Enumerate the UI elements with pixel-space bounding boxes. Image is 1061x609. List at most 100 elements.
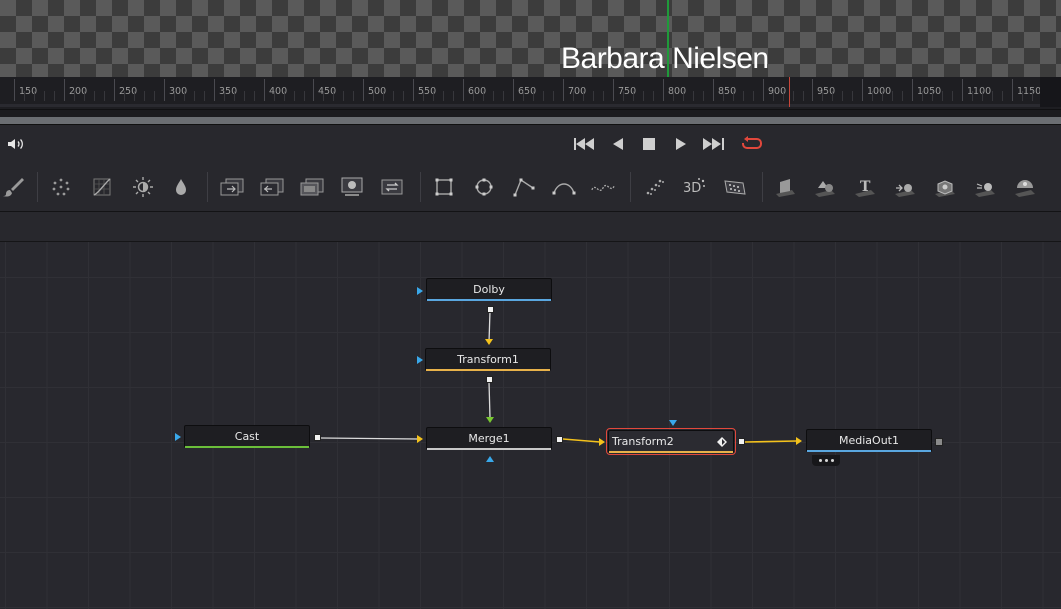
ruler-minor-tick: [543, 91, 544, 101]
merge1-output-port[interactable]: [556, 436, 563, 443]
ruler-minor-tick: [643, 91, 644, 101]
matte-control-icon[interactable]: [299, 174, 325, 200]
ruler-minor-tick: [104, 91, 105, 101]
ruler-minor-tick: [593, 91, 594, 101]
bspline-mask-icon[interactable]: [551, 174, 577, 200]
ruler-tick-line: [663, 79, 664, 101]
ruler-minor-tick: [972, 91, 973, 101]
toolbar-separator: [207, 172, 208, 202]
node-editor[interactable]: Dolby Transform1 Cast Merge1 Transform2 …: [0, 242, 1061, 609]
node-mediaout1-label: MediaOut1: [839, 434, 899, 447]
ruler-tick-line: [64, 79, 65, 101]
media-in-icon[interactable]: [339, 174, 365, 200]
fbx-icon[interactable]: [1012, 174, 1038, 200]
ruler-minor-tick: [982, 91, 983, 101]
node-transform2-label: Transform2: [612, 435, 674, 448]
channel-boolean-icon[interactable]: [259, 174, 285, 200]
node-dolby[interactable]: Dolby: [426, 278, 552, 301]
color-curves-icon[interactable]: [89, 174, 115, 200]
dolby-output-port[interactable]: [487, 306, 494, 313]
transport-controls: [0, 124, 1061, 164]
transform2-output-port[interactable]: [738, 438, 745, 445]
transform1-output-port[interactable]: [486, 376, 493, 383]
particle-emitter-icon[interactable]: [642, 174, 668, 200]
ruler-minor-tick: [174, 91, 175, 101]
particles-icon[interactable]: [48, 174, 74, 200]
merge1-background-triangle[interactable]: [417, 435, 423, 443]
transform-loop-icon[interactable]: [379, 174, 405, 200]
merge3d-icon[interactable]: [812, 174, 838, 200]
ruler-minor-tick: [1022, 91, 1023, 101]
cast-output-port[interactable]: [314, 434, 321, 441]
transform1-input-triangle[interactable]: [485, 339, 493, 345]
skip-to-end-icon[interactable]: [703, 134, 725, 154]
text3d-icon[interactable]: T: [852, 174, 878, 200]
mediaout1-more-icon[interactable]: [812, 455, 840, 466]
ruler-tick-line: [613, 79, 614, 101]
ruler-minor-tick: [144, 91, 145, 101]
play-forward-icon[interactable]: [674, 134, 688, 154]
transform2-input-triangle[interactable]: [599, 438, 605, 446]
paint-brush-icon[interactable]: [0, 174, 26, 200]
play-reverse-icon[interactable]: [611, 134, 625, 154]
node-mediaout1[interactable]: MediaOut1: [806, 429, 932, 452]
ruler-minor-tick: [872, 91, 873, 101]
mediaout1-output-port[interactable]: [935, 438, 943, 446]
ruler-tick-line: [1012, 79, 1013, 101]
skip-to-start-icon[interactable]: [574, 134, 596, 154]
playhead[interactable]: [789, 77, 790, 107]
ruler-minor-tick: [503, 91, 504, 101]
ruler-minor-tick: [403, 91, 404, 101]
ruler-tick-line: [563, 79, 564, 101]
time-range-bar[interactable]: [0, 117, 1061, 124]
dolby-input-triangle[interactable]: [417, 287, 423, 295]
ruler-tick-line: [164, 79, 165, 101]
polygon-mask-icon[interactable]: [511, 174, 537, 200]
particle-grid-icon[interactable]: [722, 174, 748, 200]
ruler-tick-line: [313, 79, 314, 101]
transform1-mask-triangle[interactable]: [417, 356, 423, 364]
ellipse-mask-icon[interactable]: [471, 174, 497, 200]
ruler-minor-tick: [1032, 91, 1033, 101]
wand-mask-icon[interactable]: [590, 174, 616, 200]
node-cast-bar: [185, 446, 309, 448]
ruler-end: [1040, 77, 1061, 107]
mediaout1-input-triangle[interactable]: [796, 437, 802, 445]
blur-drop-icon[interactable]: [168, 174, 194, 200]
ruler-minor-tick: [333, 91, 334, 101]
brightness-contrast-icon[interactable]: [130, 174, 156, 200]
ruler-tick-line: [962, 79, 963, 101]
ruler-minor-tick: [882, 91, 883, 101]
light3d-icon[interactable]: [972, 174, 998, 200]
ruler-tick-line: [812, 79, 813, 101]
node-mediaout1-bar: [807, 450, 931, 452]
node-editor-header: [0, 212, 1061, 242]
node-transform1[interactable]: Transform1: [425, 348, 551, 371]
renderer3d-icon[interactable]: [932, 174, 958, 200]
merge-icon[interactable]: [219, 174, 245, 200]
ruler-minor-tick: [842, 91, 843, 101]
timeline-ruler[interactable]: 150 200 250 300 350 400 450 500 550 600 650 700 750 8…: [0, 77, 1061, 110]
toolbar-separator: [762, 172, 763, 202]
node-cast[interactable]: Cast: [184, 425, 310, 448]
merge1-foreground-triangle[interactable]: [486, 417, 494, 423]
camera3d-icon[interactable]: [892, 174, 918, 200]
ruler-minor-tick: [683, 91, 684, 101]
ruler-minor-tick: [443, 91, 444, 101]
ruler-tick-line: [114, 79, 115, 101]
node-merge1[interactable]: Merge1: [426, 427, 552, 450]
volume-icon[interactable]: [6, 134, 26, 154]
loop-icon[interactable]: [740, 134, 764, 154]
ruler-minor-tick: [992, 91, 993, 101]
cast-input-triangle[interactable]: [175, 433, 181, 441]
particle-render-icon[interactable]: 3D: [681, 174, 707, 200]
shape3d-icon[interactable]: [772, 174, 798, 200]
node-transform1-bar: [426, 369, 550, 371]
merge1-mask-triangle[interactable]: [486, 456, 494, 462]
viewer[interactable]: Barbara Nielsen: [0, 0, 1061, 77]
ruler-minor-tick: [633, 91, 634, 101]
rectangle-mask-icon[interactable]: [431, 174, 457, 200]
node-transform2[interactable]: Transform2: [606, 428, 736, 455]
stop-icon[interactable]: [642, 134, 656, 154]
transform2-mask-triangle[interactable]: [669, 420, 677, 426]
